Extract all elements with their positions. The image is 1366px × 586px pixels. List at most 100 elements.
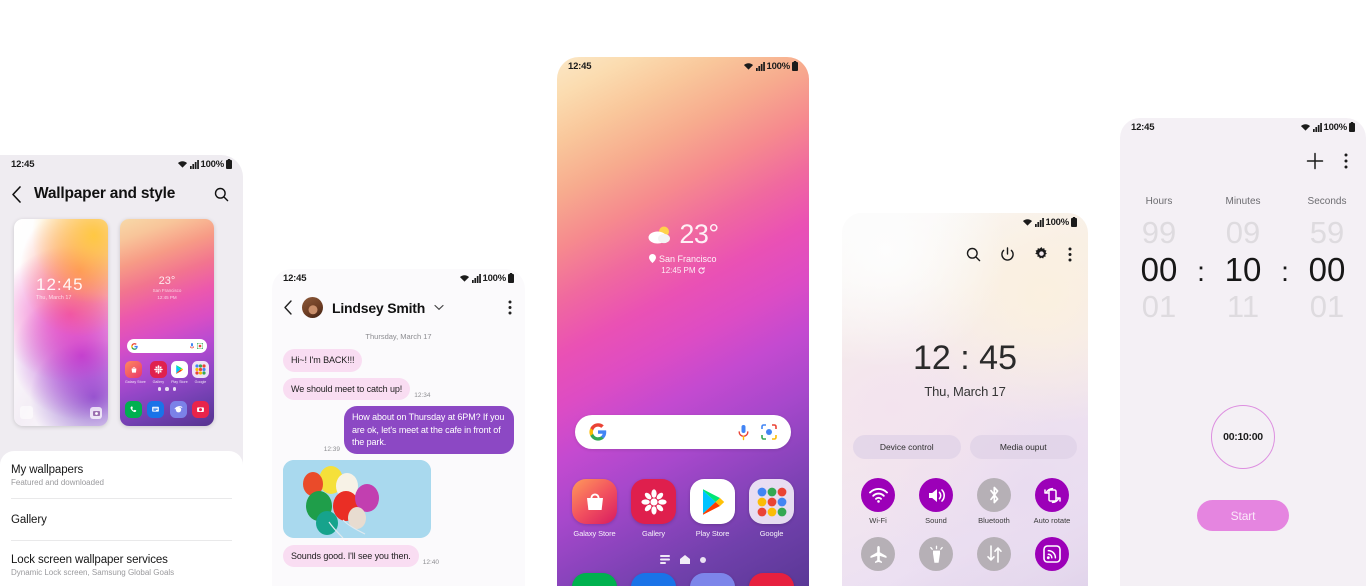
status-indicators: 100%: [1300, 121, 1355, 133]
page-indicators: [557, 555, 809, 564]
search-icon[interactable]: [214, 187, 229, 202]
chevron-down-icon[interactable]: [434, 304, 444, 311]
quick-panel-header-icons: [842, 231, 1088, 262]
message-bubble-incoming[interactable]: Sounds good. I'll see you then.: [283, 544, 419, 567]
preview-app-row-2: [125, 401, 209, 418]
plus-icon[interactable]: [1306, 152, 1324, 170]
app-play-store[interactable]: Play Store: [686, 479, 739, 538]
tile-label: Bluetooth: [978, 516, 1010, 525]
app-messages[interactable]: Messages: [627, 573, 680, 586]
preview-app-icon-gallery: [149, 361, 167, 378]
tile-mobile-data[interactable]: [967, 537, 1021, 575]
list-item-lock-screen-wallpaper-services[interactable]: Lock screen wallpaper services Dynamic L…: [11, 541, 232, 586]
signal-icon: [755, 61, 765, 71]
internet-icon: [690, 573, 735, 586]
list-item-subtitle: Dynamic Lock screen, Samsung Global Goal…: [11, 568, 175, 577]
weather-widget[interactable]: 23° San Francisco 12:45 PM: [557, 219, 809, 275]
app-camera[interactable]: Camera: [745, 573, 798, 586]
start-button[interactable]: Start: [1197, 500, 1289, 531]
lock-screen-preview[interactable]: 12:45 Thu, March 17: [14, 219, 108, 426]
hotspot-icon: [1035, 537, 1069, 571]
battery-percent: 100%: [766, 60, 791, 72]
back-chevron-icon[interactable]: [11, 185, 22, 203]
back-chevron-icon[interactable]: [283, 300, 293, 315]
more-vertical-icon[interactable]: [1344, 153, 1348, 169]
list-item-title: Gallery: [11, 514, 47, 526]
tile-auto-rotate[interactable]: Auto rotate: [1025, 478, 1079, 525]
tile-bluetooth[interactable]: Bluetooth: [967, 478, 1021, 525]
power-icon[interactable]: [1000, 247, 1015, 262]
more-vertical-icon[interactable]: [1068, 247, 1072, 262]
messages-icon: [631, 573, 676, 586]
screenshot-canvas: 12:45 100% Wallpaper and style 12:45 Thu…: [0, 0, 1366, 586]
status-bar: 12:45 100%: [272, 269, 525, 287]
home-icon[interactable]: [680, 555, 690, 564]
tile-airplane-mode[interactable]: [851, 537, 905, 575]
picker-row-above[interactable]: 99 09 59: [1120, 215, 1366, 251]
app-gallery[interactable]: Gallery: [627, 479, 680, 538]
tile-wifi[interactable]: Wi-Fi: [851, 478, 905, 525]
ghost-minutes: 09: [1225, 215, 1261, 250]
refresh-icon[interactable]: [698, 267, 705, 274]
home-screen-preview[interactable]: 23° San Francisco 12:45 PM Galaxy Store …: [120, 219, 214, 426]
list-item-title: Lock screen wallpaper services: [11, 554, 168, 566]
app-galaxy-store[interactable]: Galaxy Store: [568, 479, 621, 538]
message-bubble-image-balloons[interactable]: [283, 459, 431, 538]
settings-gear-icon[interactable]: [1034, 247, 1049, 262]
list-item-gallery[interactable]: Gallery: [11, 499, 232, 541]
selected-minutes[interactable]: 10: [1209, 251, 1277, 289]
tile-flashlight[interactable]: [909, 537, 963, 575]
google-search-bar[interactable]: [575, 415, 791, 449]
battery-icon: [508, 273, 514, 283]
wifi-icon: [1300, 123, 1310, 131]
picker-row-selected[interactable]: 00 : 10 : 00: [1120, 251, 1366, 289]
apps-list-icon[interactable]: [660, 555, 670, 564]
ghost-hours: 01: [1141, 289, 1177, 324]
preview-app-row-1: Galaxy Store Gallery Play Store Google: [125, 361, 209, 384]
status-time: 12:45: [568, 60, 592, 72]
status-indicators: 100%: [177, 158, 232, 170]
tile-hotspot[interactable]: [1025, 537, 1079, 575]
wallpaper-options-list: My wallpapers Featured and downloaded Ga…: [0, 451, 243, 586]
ghost-hours: 99: [1141, 215, 1177, 250]
tile-label: Sound: [925, 516, 947, 525]
battery-percent: 100%: [1323, 121, 1348, 133]
message-bubble-incoming[interactable]: We should meet to catch up!: [283, 377, 411, 400]
message-row: Hi~! I'm BACK!!!: [283, 349, 514, 372]
picker-row-below[interactable]: 01 11 01: [1120, 289, 1366, 325]
selected-hours[interactable]: 00: [1125, 251, 1193, 289]
device-control-chip[interactable]: Device control: [853, 435, 961, 459]
app-dock-row: Phone Messages Internet Camera: [568, 573, 798, 586]
app-label: Galaxy Store: [573, 529, 616, 538]
column-header-minutes: Minutes: [1225, 196, 1261, 207]
page-dot[interactable]: [700, 556, 706, 563]
app-phone[interactable]: Phone: [568, 573, 621, 586]
wifi-icon: [861, 478, 895, 512]
timer-picker[interactable]: 99 09 59 00 : 10 : 00 01 11 01: [1120, 215, 1366, 325]
message-time: 12:40: [422, 559, 439, 566]
avatar[interactable]: [302, 297, 323, 318]
list-item-my-wallpapers[interactable]: My wallpapers Featured and downloaded: [11, 451, 232, 499]
battery-percent: 100%: [200, 158, 225, 170]
media-output-chip[interactable]: Media ouput: [969, 435, 1077, 459]
tile-sound[interactable]: Sound: [909, 478, 963, 525]
message-row: We should meet to catch up! 12:34: [283, 377, 514, 400]
timer-header-icons: [1120, 136, 1366, 170]
google-lens-icon[interactable]: [761, 424, 777, 440]
app-google-folder[interactable]: Google: [745, 479, 798, 538]
preview-app-label: Gallery: [152, 379, 165, 384]
preview-weather: 23° San Francisco 12:45 PM: [120, 275, 214, 301]
more-vertical-icon[interactable]: [508, 300, 512, 315]
search-icon[interactable]: [966, 247, 981, 262]
status-indicators: 100%: [743, 60, 798, 72]
weather-time-text: 12:45 PM: [661, 266, 696, 275]
selected-seconds[interactable]: 00: [1293, 251, 1361, 289]
message-bubble-incoming[interactable]: Hi~! I'm BACK!!!: [283, 349, 363, 372]
message-bubble-outgoing[interactable]: How about on Thursday at 6PM? If you are…: [344, 406, 514, 454]
app-internet[interactable]: Internet: [686, 573, 739, 586]
timer-dial[interactable]: 00:10:00: [1211, 405, 1275, 469]
app-label: Play Store: [695, 529, 730, 538]
microphone-icon[interactable]: [738, 424, 749, 441]
status-time: 12:45: [11, 158, 35, 170]
quick-panel-chips: Device control Media ouput: [853, 435, 1077, 459]
